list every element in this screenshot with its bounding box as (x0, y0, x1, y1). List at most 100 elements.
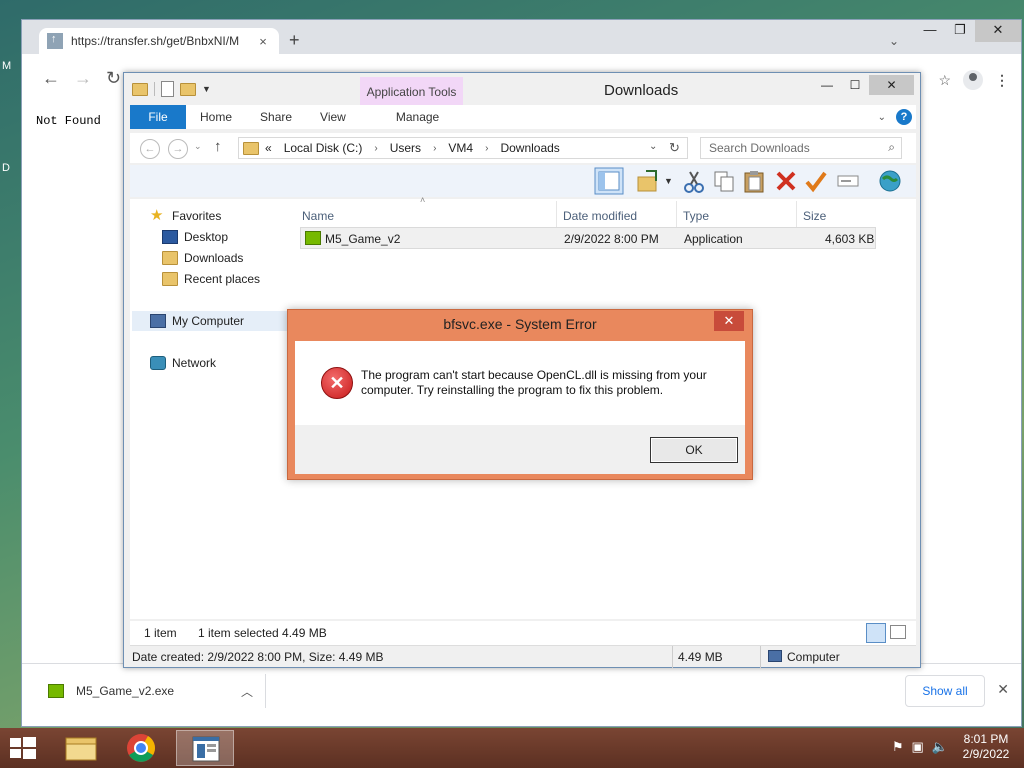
back-arrow-icon[interactable]: ← (140, 139, 160, 159)
address-bar[interactable]: « Local Disk (C:) › Users › VM4 › Downlo… (238, 137, 688, 159)
clock-time: 8:01 PM (963, 732, 1009, 746)
windows-start-icon[interactable] (10, 737, 36, 759)
tab-home[interactable]: Home (186, 105, 246, 129)
selection-info: 1 item selected 4.49 MB (198, 626, 327, 640)
nav-favorites-label: Favorites (172, 209, 222, 223)
address-overflow[interactable]: « (265, 141, 272, 155)
action-center-flag-icon[interactable]: ⚑ (892, 739, 904, 755)
new-folder-icon[interactable] (180, 82, 196, 96)
command-bar: ▼ (130, 165, 916, 197)
dialog-close-icon[interactable]: ✕ (714, 311, 744, 331)
column-divider[interactable] (556, 201, 557, 227)
taskbar-file-explorer[interactable] (52, 730, 110, 766)
window-app-icon (192, 736, 220, 762)
new-tab-button[interactable]: + (289, 30, 300, 51)
reload-icon[interactable]: ↻ (106, 68, 121, 89)
file-name: M5_Game_v2 (325, 232, 401, 246)
nav-favorites[interactable]: ★ Favorites (150, 208, 222, 223)
cut-scissors-icon[interactable] (682, 169, 706, 193)
close-download-shelf-icon[interactable]: ✕ (997, 681, 1009, 698)
profile-avatar-icon[interactable] (963, 70, 983, 90)
breadcrumb-users[interactable]: Users (390, 141, 421, 155)
copy-icon[interactable] (712, 169, 736, 193)
nvidia-app-icon (48, 684, 64, 698)
column-divider[interactable] (796, 201, 797, 227)
file-row[interactable]: M5_Game_v2 2/9/2022 8:00 PM Application … (300, 227, 876, 249)
ok-button[interactable]: OK (650, 437, 738, 463)
maximize-icon[interactable]: ☐ (841, 75, 869, 95)
clock-date: 2/9/2022 (962, 747, 1010, 761)
preview-pane-icon[interactable] (594, 167, 624, 195)
details-view-icon[interactable] (866, 623, 886, 643)
large-icons-view-icon[interactable] (890, 625, 906, 639)
column-header-date[interactable]: Date modified (563, 209, 637, 223)
window-title: Downloads (604, 82, 679, 99)
breadcrumb-separator-icon[interactable]: › (485, 143, 488, 154)
chrome-icon (127, 734, 155, 762)
close-icon[interactable]: ✕ (975, 20, 1021, 42)
forward-arrow-icon[interactable]: → (74, 68, 92, 89)
column-header-type[interactable]: Type (683, 209, 709, 223)
bookmark-star-icon[interactable]: ☆ (938, 72, 951, 89)
help-icon[interactable]: ? (896, 109, 912, 125)
restore-icon[interactable]: ❐ (945, 20, 975, 42)
breadcrumb-vm4[interactable]: VM4 (448, 141, 473, 155)
system-error-dialog: bfsvc.exe - System Error ✕ ✕ The program… (287, 309, 753, 480)
minimize-icon[interactable]: — (813, 75, 841, 95)
forward-arrow-icon[interactable]: → (168, 139, 188, 159)
minimize-icon[interactable]: — (915, 20, 945, 42)
tab-file[interactable]: File (130, 105, 186, 129)
close-icon[interactable]: ✕ (869, 75, 914, 95)
breadcrumb-separator-icon[interactable]: › (433, 143, 436, 154)
back-arrow-icon[interactable]: ← (42, 68, 60, 89)
taskbar-active-window[interactable] (176, 730, 234, 766)
ribbon-tabs: File Home Share View Manage (130, 105, 916, 129)
breadcrumb-local-disk[interactable]: Local Disk (C:) (284, 141, 363, 155)
chevron-up-icon[interactable]: ︿ (241, 683, 265, 700)
nav-desktop[interactable]: Desktop (162, 230, 228, 244)
menu-kebab-icon[interactable]: ⋮ (995, 72, 1009, 89)
dialog-title: bfsvc.exe - System Error (443, 316, 597, 332)
properties-icon[interactable] (161, 81, 174, 97)
clock[interactable]: 8:01 PM 2/9/2022 (956, 732, 1016, 762)
show-all-button[interactable]: Show all (905, 675, 985, 707)
paste-clipboard-icon[interactable] (742, 169, 766, 193)
nav-my-computer[interactable]: My Computer (150, 314, 244, 328)
explorer-titlebar: ▼ Application Tools Downloads — ☐ ✕ (124, 73, 920, 105)
nav-network[interactable]: Network (150, 356, 216, 370)
breadcrumb-downloads[interactable]: Downloads (500, 141, 559, 155)
column-divider[interactable] (676, 201, 677, 227)
download-item[interactable]: M5_Game_v2.exe ︿ (34, 674, 266, 708)
up-arrow-icon[interactable]: ↑ (214, 138, 222, 155)
rename-checkmark-icon[interactable] (804, 169, 828, 193)
customize-dropdown-icon[interactable]: ▼ (202, 84, 211, 94)
volume-muted-icon[interactable]: 🔈 (932, 739, 948, 755)
browser-tab[interactable]: https://transfer.sh/get/BnbxNI/M × (39, 28, 279, 54)
folder-icon (132, 82, 148, 96)
refresh-icon[interactable]: ↻ (669, 140, 680, 156)
search-icon[interactable]: ⌕ (888, 140, 895, 155)
nav-recent-places[interactable]: Recent places (162, 272, 260, 286)
ribbon-right-controls: ⌄ ? (878, 109, 912, 125)
network-tray-icon[interactable]: ▣ (912, 739, 924, 755)
delete-x-icon[interactable] (774, 169, 798, 193)
tab-view[interactable]: View (306, 105, 360, 129)
taskbar-chrome[interactable] (112, 730, 170, 766)
nav-downloads[interactable]: Downloads (162, 251, 243, 265)
search-input[interactable]: Search Downloads ⌕ (700, 137, 902, 159)
explorer-window-controls: — ☐ ✕ (813, 75, 914, 95)
breadcrumb-separator-icon[interactable]: › (374, 143, 377, 154)
globe-icon[interactable] (878, 169, 902, 193)
tab-share[interactable]: Share (246, 105, 306, 129)
address-dropdown-icon[interactable]: ⌄ (649, 141, 657, 152)
recent-locations-chevron-icon[interactable]: ⌄ (194, 141, 202, 152)
column-header-size[interactable]: Size (803, 209, 826, 223)
download-file-name: M5_Game_v2.exe (76, 684, 175, 698)
tab-manage[interactable]: Manage (382, 105, 453, 129)
tab-close-icon[interactable]: × (255, 34, 271, 49)
column-header-name[interactable]: Name (302, 209, 334, 223)
tab-search-chevron-icon[interactable]: ⌄ (889, 34, 899, 48)
expand-ribbon-chevron-icon[interactable]: ⌄ (878, 112, 886, 123)
rename-field-icon[interactable] (836, 169, 860, 193)
properties-folder-icon[interactable] (636, 169, 660, 193)
